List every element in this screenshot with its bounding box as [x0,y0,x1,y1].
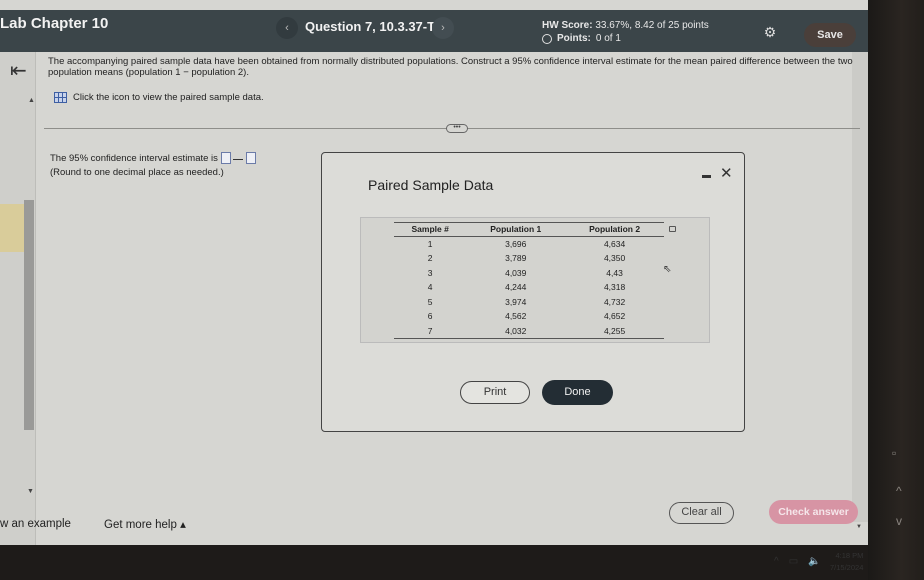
network-icon[interactable]: ▭ [789,556,798,567]
cell: 6 [427,311,433,322]
minimize-icon[interactable] [702,175,711,178]
system-tray: ^ ▭ 🔈 [774,556,821,567]
cell: 4,562 [505,311,527,322]
tray-chevron-up-icon[interactable]: ^ [774,556,779,567]
previous-question-button[interactable]: ‹ [276,17,298,39]
cell: 4,43 [606,267,623,278]
paired-sample-data-dialog: Paired Sample Data ✕ Sample # Population… [321,152,745,432]
next-question-button[interactable]: › [432,17,454,39]
lower-bound-input[interactable] [220,152,231,164]
table-row: 1 3,696 4,634 [394,237,664,252]
dialog-title: Paired Sample Data [368,177,494,193]
cell: 4,634 [603,239,626,249]
table-row: 5 3,974 4,732 [394,295,664,310]
scroll-down-arrow-icon[interactable]: ▼ [27,488,34,495]
browser-screen: Lab Chapter 10 ‹ Question 7, 10.3.37-T ›… [0,0,868,545]
cell: 4,244 [505,282,527,293]
cell: 3,974 [505,296,527,307]
cell: 4,732 [603,296,626,307]
upper-bound-input[interactable] [245,152,256,164]
view-example-link[interactable]: w an example [0,518,71,530]
cell: 1 [427,239,433,249]
cell: 4,652 [603,311,626,322]
clock-time: 4:18 PM [835,551,864,560]
course-title: Lab Chapter 10 [0,15,109,32]
header-population-1: Population 1 [466,222,566,237]
scroll-up-arrow-icon[interactable]: ▲ [28,97,35,104]
answer-prefix: The 95% confidence interval estimate is [50,152,218,164]
cell: 4,318 [603,282,626,293]
table-row: 2 3,789 4,350 [394,251,664,266]
taskbar-clock[interactable]: 4:18 PM 7/15/2024 [830,550,863,574]
question-text: The accompanying paired sample data have… [48,56,853,78]
gutter-highlight [0,204,24,252]
header-sample: Sample # [394,222,467,237]
volume-icon[interactable]: 🔈 [808,556,820,567]
scroll-down-arrow-icon[interactable]: ▼ [856,524,862,530]
points-value: 0 of 1 [595,33,621,44]
copy-table-icon[interactable] [669,226,676,232]
left-panel-scrollbar: ⇤ ▲ ▼ [0,52,36,545]
clock-date: 7/15/2024 [830,563,864,572]
table-row: 3 4,039 4,43 [394,266,664,281]
close-icon[interactable]: ✕ [720,164,733,182]
cell: 4 [427,282,433,293]
rounding-note: (Round to one decimal place as needed.) [50,167,224,178]
right-scrollbar[interactable] [852,52,868,522]
table-row: 4 4,244 4,318 [394,280,664,295]
cell: 3,696 [505,239,527,249]
cell: 2 [427,253,433,264]
answer-line: The 95% confidence interval estimate is [50,152,256,164]
collapse-left-arrow-icon[interactable]: ⇤ [10,58,27,83]
view-data-link[interactable]: Click the icon to view the paired sample… [54,92,264,103]
table-row: 7 4,032 4,255 [394,323,664,339]
points-label: Points: [557,33,591,44]
print-button[interactable]: Print [460,381,530,404]
cell: 4,255 [565,323,664,339]
question-title[interactable]: Question 7, 10.3.37-T [305,19,435,34]
cell: 3 [427,267,433,278]
settings-gear-icon[interactable]: ⚙ [762,24,778,40]
cell: 7 [394,323,467,339]
bezel-square-icon: ▫ [892,446,897,460]
get-more-help-button[interactable]: Get more help ▴ [104,517,186,531]
scrollbar-thumb[interactable] [24,200,34,430]
header-population-2: Population 2 [565,222,664,237]
clear-all-button[interactable]: Clear all [669,502,734,524]
expand-handle-icon[interactable]: ••• [446,124,468,133]
monitor-bezel: ▫ ^ v [868,0,924,580]
paired-data-table: Sample # Population 1 Population 2 1 3,69… [394,222,664,339]
circle-status-icon [542,33,552,44]
bezel-up-icon: ^ [896,484,902,498]
cell: 5 [427,296,433,307]
interval-dash [232,158,243,160]
cell: 4,032 [466,323,566,339]
done-button[interactable]: Done [542,380,613,405]
table-row: 6 4,562 4,652 [394,309,664,324]
table-header-row: Sample # Population 1 Population 2 [394,222,664,237]
cell: 4,350 [603,253,626,264]
cell: 4,039 [505,267,527,278]
bezel-down-icon: v [896,514,902,528]
data-table-container: Sample # Population 1 Population 2 1 3,69… [360,217,710,343]
hw-score-value: 33.67%, 8.42 of 25 points [595,20,709,31]
view-data-text: Click the icon to view the paired sample… [73,92,264,103]
hw-score: HW Score: 33.67%, 8.42 of 25 points [542,20,709,31]
check-answer-button[interactable]: Check answer [769,500,858,524]
table-grid-icon[interactable] [54,92,67,103]
top-header: Lab Chapter 10 ‹ Question 7, 10.3.37-T ›… [0,10,868,52]
points-status: Points: 0 of 1 [542,33,621,44]
mouse-cursor-icon: ⇖ [663,264,672,275]
hw-score-label: HW Score: [542,20,593,31]
save-button[interactable]: Save [804,23,856,47]
cell: 3,789 [505,253,527,264]
